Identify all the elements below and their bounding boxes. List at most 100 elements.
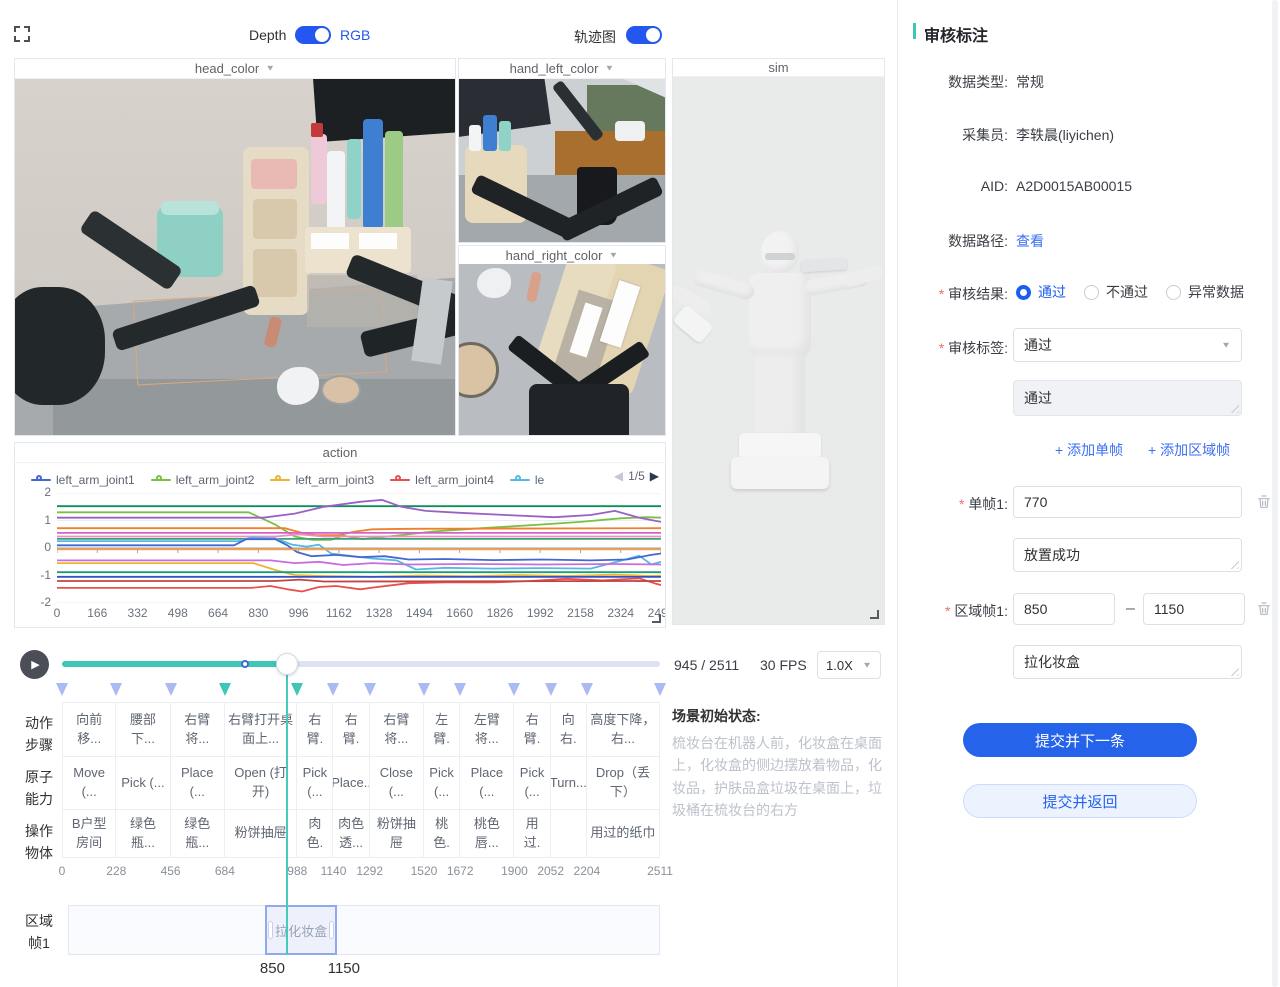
region-start-input[interactable]: 850 <box>1013 593 1115 625</box>
single-frame-input[interactable]: 770 <box>1013 486 1242 518</box>
legend-item[interactable]: left_arm_joint2 <box>151 473 255 487</box>
depth-rgb-toggle[interactable] <box>295 26 331 44</box>
scrollbar[interactable] <box>1272 0 1278 987</box>
delete-icon[interactable] <box>1256 600 1272 618</box>
legend-label: left_arm_joint3 <box>295 473 374 487</box>
frame-axis-label: 456 <box>161 864 181 878</box>
frame-axis-label: 2204 <box>574 864 601 878</box>
gripper-base <box>529 384 629 435</box>
row-label-region-frame: 区域帧1 <box>22 910 56 954</box>
speed-select[interactable]: 1.0X ▼ <box>817 651 881 679</box>
resize-handle-icon[interactable] <box>652 614 661 623</box>
review-tag-note[interactable]: 通过 <box>1013 380 1242 416</box>
submit-next-button[interactable]: 提交并下一条 <box>963 723 1197 757</box>
review-tag-select[interactable]: 通过 ▼ <box>1013 328 1242 362</box>
depth-label: Depth <box>249 27 286 43</box>
table-cell: Close (... <box>370 756 424 810</box>
frame-axis-label: 1140 <box>321 864 347 878</box>
note-text: 拉化妆盒 <box>1024 652 1080 672</box>
timeline-marker[interactable] <box>291 683 303 696</box>
table-cell: 右臂. <box>333 702 369 757</box>
robot-right-gripper <box>801 257 848 272</box>
chevron-left-icon[interactable]: ◀ <box>614 469 623 483</box>
resize-handle-icon[interactable] <box>870 610 879 619</box>
timeline-marker[interactable] <box>418 683 430 696</box>
legend-circle <box>515 475 521 481</box>
region-segment-label: 拉化妆盒 <box>275 921 327 940</box>
resize-grip-icon[interactable] <box>1230 560 1239 569</box>
input-value: 770 <box>1024 494 1047 510</box>
white-bottle <box>469 125 481 151</box>
x-tick-label: 664 <box>208 606 228 620</box>
robot-visor <box>765 253 795 260</box>
timeline-marker[interactable] <box>110 683 122 696</box>
slider-handle[interactable] <box>276 653 298 675</box>
radio-option[interactable]: 通过 <box>1016 282 1066 302</box>
trajectory-toggle[interactable] <box>626 26 662 44</box>
hand-right-camera-title[interactable]: hand_right_color▼ <box>459 246 665 266</box>
region-segment[interactable]: 拉化妆盒 <box>265 905 336 955</box>
table-cell: Pick (... <box>424 756 460 810</box>
legend-series-icon <box>31 476 51 484</box>
region-frame-note[interactable]: 拉化妆盒 <box>1013 645 1242 679</box>
frame-axis-label: 0 <box>59 864 66 878</box>
segment-right-handle[interactable] <box>330 922 333 938</box>
radio-selected-icon <box>1016 285 1031 300</box>
resize-grip-icon[interactable] <box>1230 404 1239 413</box>
resize-grip-icon[interactable] <box>1230 667 1239 676</box>
info-field-value: 李轶晨(liyichen) <box>1016 125 1114 145</box>
timeline-marker[interactable] <box>654 683 666 696</box>
segment-left-handle[interactable] <box>269 922 272 938</box>
table-cell: 用过. <box>514 809 550 858</box>
single-frame-note[interactable]: 放置成功 <box>1013 538 1242 572</box>
timeline-marker[interactable] <box>581 683 593 696</box>
timeline-marker[interactable] <box>364 683 376 696</box>
sim-view[interactable] <box>673 77 884 624</box>
tube-cap <box>311 123 323 137</box>
region-end-input[interactable]: 1150 <box>1143 593 1245 625</box>
table-cell: 右臂将... <box>171 702 225 757</box>
radio-option[interactable]: 不通过 <box>1084 282 1148 302</box>
info-field-label: 数据类型: <box>912 72 1008 92</box>
data-path-link[interactable]: 查看 <box>1016 231 1044 251</box>
timeline-marker[interactable] <box>165 683 177 696</box>
hand-left-camera-title[interactable]: hand_left_color▼ <box>459 59 665 79</box>
action-steps-row: 向前移...腰部下...右臂将...右臂打开桌面上...右臂.右臂.右臂将...… <box>62 702 661 757</box>
chevron-right-icon[interactable]: ▶ <box>650 469 659 483</box>
timeline-marker[interactable] <box>508 683 520 696</box>
legend-item[interactable]: left_arm_joint4 <box>390 473 494 487</box>
frame-counter: 945 / 2511 <box>674 657 739 673</box>
chart-plot[interactable] <box>57 493 661 603</box>
radio-option[interactable]: 异常数据 <box>1166 282 1244 302</box>
organizer-slot <box>253 249 297 297</box>
add-region-frame-link[interactable]: + 添加区域帧 <box>1148 440 1230 460</box>
chevron-down-icon: ▼ <box>265 64 275 73</box>
submit-return-button[interactable]: 提交并返回 <box>963 784 1197 818</box>
play-button[interactable]: ▶ <box>20 650 49 679</box>
fullscreen-icon[interactable] <box>14 26 30 42</box>
table-cell: 肉色. <box>297 809 333 858</box>
legend-item[interactable]: le <box>510 473 544 487</box>
table-cell: 绿色瓶... <box>171 809 225 858</box>
timeline-marker[interactable] <box>327 683 339 696</box>
left-gripper <box>15 287 105 405</box>
legend-item[interactable]: left_arm_joint3 <box>270 473 374 487</box>
legend-series-icon <box>390 476 410 484</box>
timeline-marker[interactable] <box>545 683 557 696</box>
table-cell: Pick (... <box>116 756 170 810</box>
table-cell: 左臂. <box>424 702 460 757</box>
timeline-marker[interactable] <box>454 683 466 696</box>
camera-name: hand_right_color <box>506 248 603 263</box>
timeline-marker[interactable] <box>56 683 68 696</box>
table-cell: 右臂将... <box>370 702 424 757</box>
atomic-skills-row: Move (...Pick (...Place (...Open (打开)Pic… <box>62 756 661 810</box>
head-camera-title[interactable]: head_color▼ <box>15 59 455 79</box>
delete-icon[interactable] <box>1256 493 1272 511</box>
region-track[interactable]: 拉化妆盒 <box>68 905 660 955</box>
radio-icon <box>1166 285 1181 300</box>
lipstick <box>526 271 542 302</box>
add-single-frame-link[interactable]: + 添加单帧 <box>1055 440 1123 460</box>
cosmetic-bottle <box>347 139 361 219</box>
timeline-marker[interactable] <box>219 683 231 696</box>
tissue-wad <box>477 268 511 298</box>
